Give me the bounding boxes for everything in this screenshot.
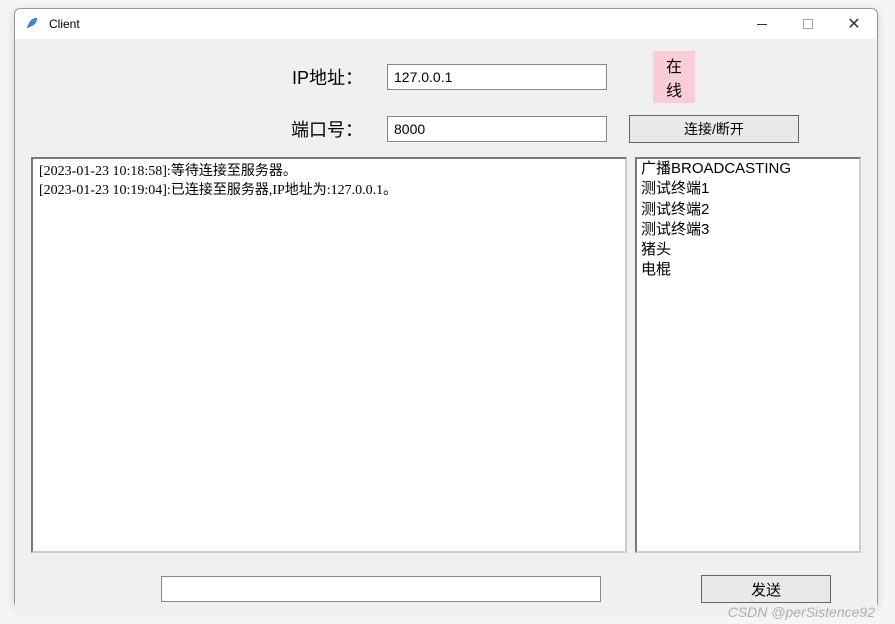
list-item[interactable]: 猪头: [637, 240, 859, 260]
middle-panel: [2023-01-23 10:18:58]:等待连接至服务器。 [2023-01…: [31, 157, 861, 553]
ip-input[interactable]: [387, 64, 607, 90]
connect-button[interactable]: 连接/断开: [629, 115, 799, 143]
log-line: [2023-01-23 10:19:04]:已连接至服务器,IP地址为:127.…: [39, 182, 619, 201]
close-icon: ✕: [847, 14, 860, 34]
maximize-button[interactable]: [785, 9, 831, 39]
ip-label: IP地址：: [51, 64, 371, 90]
client-window: Client ✕ IP地址： 在线 端口号： 连接/断开 [2023-01-23…: [14, 8, 878, 608]
message-input[interactable]: [161, 576, 601, 602]
send-bar: 发送: [31, 575, 861, 603]
user-list[interactable]: 广播BROADCASTING 测试终端1 测试终端2 测试终端3 猪头 电棍: [635, 157, 861, 553]
port-input[interactable]: [387, 116, 607, 142]
maximize-icon: [803, 19, 813, 29]
port-label: 端口号：: [51, 116, 371, 142]
status-cell: 在线: [623, 51, 803, 103]
connection-form: IP地址： 在线 端口号： 连接/断开: [51, 51, 861, 143]
window-controls: ✕: [739, 9, 877, 39]
list-item[interactable]: 测试终端1: [637, 179, 859, 199]
status-badge: 在线: [653, 51, 695, 103]
list-item[interactable]: 测试终端2: [637, 200, 859, 220]
titlebar: Client ✕: [15, 9, 877, 39]
minimize-icon: [757, 24, 767, 25]
list-item[interactable]: 测试终端3: [637, 220, 859, 240]
close-button[interactable]: ✕: [831, 9, 877, 39]
app-feather-icon: [25, 16, 41, 32]
list-item[interactable]: 广播BROADCASTING: [637, 159, 859, 179]
send-button[interactable]: 发送: [701, 575, 831, 603]
window-title: Client: [49, 17, 739, 31]
log-area[interactable]: [2023-01-23 10:18:58]:等待连接至服务器。 [2023-01…: [31, 157, 627, 553]
window-body: IP地址： 在线 端口号： 连接/断开 [2023-01-23 10:18:58…: [15, 39, 877, 613]
minimize-button[interactable]: [739, 9, 785, 39]
log-line: [2023-01-23 10:18:58]:等待连接至服务器。: [39, 163, 619, 182]
list-item[interactable]: 电棍: [637, 260, 859, 280]
